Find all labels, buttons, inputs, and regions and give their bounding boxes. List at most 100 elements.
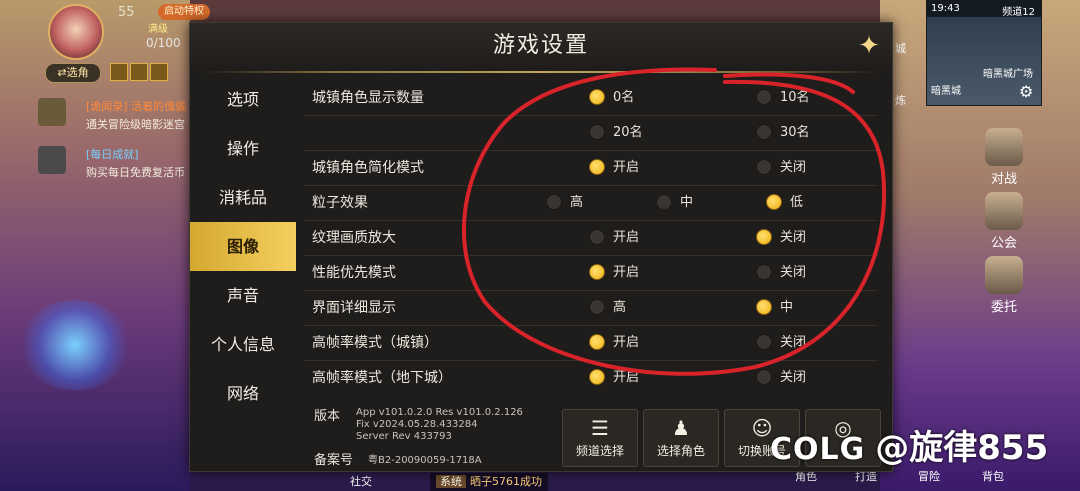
channel-label: 频道12 xyxy=(1002,7,1035,18)
chat-text: 晒子5761成功 xyxy=(470,475,542,488)
radio-selected-icon xyxy=(589,333,605,350)
setting-row-high-fps-town: 高帧率模式（城镇） 开启 关闭 xyxy=(304,326,878,361)
tab-options[interactable]: 选项 xyxy=(190,75,296,124)
buff-icon[interactable] xyxy=(150,63,168,81)
player-avatar[interactable] xyxy=(48,4,104,60)
radio-empty-icon xyxy=(756,333,772,350)
setting-row-town-simplify: 城镇角色简化模式 开启 关闭 xyxy=(304,151,878,186)
radio-option-10[interactable]: 10名 xyxy=(756,81,810,115)
radio-selected-icon xyxy=(756,228,772,245)
tab-consumables[interactable]: 消耗品 xyxy=(190,173,296,222)
bottom-menu-adventure[interactable]: 冒险 xyxy=(918,468,940,484)
board-icon xyxy=(985,256,1023,294)
setting-label: 性能优先模式 xyxy=(312,265,396,281)
radio-option-off[interactable]: 关闭 xyxy=(756,326,806,360)
tab-personal-info[interactable]: 个人信息 xyxy=(190,320,296,369)
guild-button[interactable]: 公会 xyxy=(978,192,1030,251)
switch-character-button[interactable]: ⇄选角 xyxy=(45,63,101,83)
portal-glow xyxy=(20,300,130,390)
radio-option-on[interactable]: 开启 xyxy=(589,361,639,395)
radio-option-on[interactable]: 开启 xyxy=(589,221,639,255)
icp-text: 粤B2-20090059-1718A xyxy=(368,455,482,466)
radio-option-on[interactable]: 开启 xyxy=(589,256,639,290)
gear-icon[interactable]: ⚙ xyxy=(1019,83,1037,101)
settings-tabs: 选项 操作 消耗品 图像 声音 个人信息 网络 xyxy=(190,75,296,418)
social-button[interactable]: 社交 xyxy=(350,473,372,489)
chat-tag: 系统 xyxy=(436,475,466,488)
option-label: 10名 xyxy=(780,90,810,105)
boost-privilege-button[interactable]: 启动特权 xyxy=(158,4,210,20)
map-name: 暗黑城 xyxy=(931,86,961,97)
setting-label: 界面详细显示 xyxy=(312,300,396,316)
tab-network[interactable]: 网络 xyxy=(190,369,296,418)
radio-option-mid[interactable]: 中 xyxy=(656,186,693,220)
bottom-menu-bag[interactable]: 背包 xyxy=(982,468,1004,484)
status-bar: 19:43 频道12 xyxy=(927,1,1041,18)
radio-empty-icon xyxy=(756,263,772,280)
settings-list: 城镇角色显示数量 0名 10名 20名 30名 城镇角色简化模式 开启 关闭 粒… xyxy=(304,81,878,395)
close-star-icon[interactable]: ✦ xyxy=(854,31,884,61)
side-label-train: 炼 xyxy=(895,94,906,107)
panel-title: 游戏设置 xyxy=(190,23,892,69)
radio-option-high[interactable]: 高 xyxy=(589,291,626,325)
title-divider xyxy=(204,71,878,73)
radio-option-on[interactable]: 开启 xyxy=(589,151,639,185)
setting-row-high-fps-dungeon: 高帧率模式（地下城） 开启 关闭 xyxy=(304,361,878,395)
radio-option-off[interactable]: 关闭 xyxy=(756,256,806,290)
radio-option-0[interactable]: 0名 xyxy=(589,81,634,115)
option-label: 关闭 xyxy=(780,265,807,280)
radio-option-high[interactable]: 高 xyxy=(546,186,583,220)
quest-desc: 购买每日免费复活币 xyxy=(86,166,185,179)
select-character-button[interactable]: ♟ 选择角色 xyxy=(643,409,719,467)
radio-selected-icon xyxy=(589,88,605,105)
buff-icon[interactable] xyxy=(130,63,148,81)
person-pin-icon: ♟ xyxy=(672,416,690,440)
minimap[interactable]: 19:43 频道12 暗黑城广场 暗黑城 ⚙ xyxy=(926,0,1042,106)
channel-select-button[interactable]: ☰ 频道选择 xyxy=(562,409,638,467)
tab-graphics[interactable]: 图像 xyxy=(190,222,296,271)
version-line: Server Rev 433793 xyxy=(356,431,452,442)
tab-controls[interactable]: 操作 xyxy=(190,124,296,173)
radio-option-off[interactable]: 关闭 xyxy=(756,221,806,255)
guild-label: 公会 xyxy=(990,236,1017,251)
setting-label: 高帧率模式（城镇） xyxy=(312,335,438,351)
option-label: 关闭 xyxy=(780,335,807,350)
system-chat[interactable]: 系统 晒子5761成功 xyxy=(430,473,548,491)
option-label: 关闭 xyxy=(780,160,807,175)
option-label: 开启 xyxy=(613,160,640,175)
radio-option-off[interactable]: 关闭 xyxy=(756,361,806,395)
radio-empty-icon xyxy=(589,228,605,245)
radio-selected-icon xyxy=(589,368,605,385)
clock: 19:43 xyxy=(931,3,960,14)
radio-option-off[interactable]: 关闭 xyxy=(756,151,806,185)
radio-option-on[interactable]: 开启 xyxy=(589,326,639,360)
option-label: 开启 xyxy=(613,370,640,385)
option-label: 高 xyxy=(613,300,627,315)
option-label: 关闭 xyxy=(780,370,807,385)
buff-icon[interactable] xyxy=(110,63,128,81)
radio-selected-icon xyxy=(766,193,782,210)
option-label: 20名 xyxy=(613,125,643,140)
pvp-button[interactable]: 对战 xyxy=(978,128,1030,187)
radio-empty-icon xyxy=(756,158,772,175)
option-label: 0名 xyxy=(613,90,635,105)
crossed-swords-icon xyxy=(985,128,1023,166)
radio-option-mid[interactable]: 中 xyxy=(756,291,793,325)
option-label: 低 xyxy=(790,195,804,210)
radio-option-20[interactable]: 20名 xyxy=(589,116,643,150)
shield-icon xyxy=(985,192,1023,230)
quest-title: [诡闻录] 活着的傀儡 xyxy=(86,100,187,113)
version-text: App v101.0.2.0 Res v101.0.2.126 Fix v202… xyxy=(356,407,523,443)
max-level-badge: 满级 xyxy=(148,24,168,35)
option-label: 中 xyxy=(680,195,694,210)
radio-selected-icon xyxy=(589,158,605,175)
watermark-text: @旋律855 xyxy=(875,428,1049,468)
radio-option-low[interactable]: 低 xyxy=(766,186,803,220)
settings-panel: 游戏设置 ✦ 选项 操作 消耗品 图像 声音 个人信息 网络 城镇角色显示数量 … xyxy=(189,22,893,472)
commission-label: 委托 xyxy=(990,300,1017,315)
commission-button[interactable]: 委托 xyxy=(978,256,1030,315)
setting-row-town-char-count: 城镇角色显示数量 0名 10名 xyxy=(304,81,878,116)
tab-sound[interactable]: 声音 xyxy=(190,271,296,320)
radio-option-30[interactable]: 30名 xyxy=(756,116,810,150)
action-label: 频道选择 xyxy=(575,444,624,458)
